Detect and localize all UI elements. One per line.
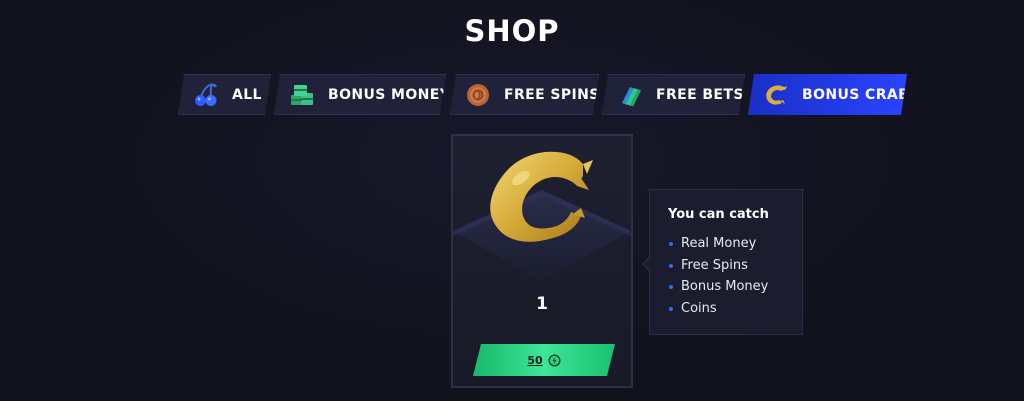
gold-crab-claw-icon: [762, 81, 790, 109]
list-item: Free Spins: [668, 255, 768, 277]
green-coin-icon: [548, 354, 561, 367]
tab-label: BONUS MONEY: [328, 86, 451, 103]
price-label: 50: [527, 353, 543, 367]
list-item: Real Money: [668, 233, 768, 255]
product-card[interactable]: 1 50: [451, 134, 633, 388]
tab-bonus-money[interactable]: BONUS MONEY: [274, 74, 446, 115]
tab-label: FREE SPINS: [504, 86, 600, 103]
buy-button[interactable]: 50: [473, 344, 615, 376]
cherries-icon: [192, 81, 220, 109]
reward-list: Real Money Free Spins Bonus Money Coins: [668, 233, 768, 319]
product-quantity: 1: [536, 294, 548, 314]
rewards-tooltip: You can catch Real Money Free Spins Bonu…: [642, 189, 803, 335]
product-stage: [453, 151, 631, 281]
list-item: Coins: [668, 298, 768, 320]
green-ticket-icon: [616, 81, 644, 109]
list-item: Bonus Money: [668, 276, 768, 298]
tab-free-bets[interactable]: FREE BETS: [602, 74, 745, 115]
tab-label: FREE BETS: [656, 86, 744, 103]
tab-free-spins[interactable]: FREE SPINS: [450, 74, 599, 115]
tooltip-heading: You can catch: [668, 207, 769, 222]
bronze-coin-icon: [464, 81, 492, 109]
tab-label: BONUS CRAB: [802, 86, 910, 103]
money-stack-icon: [288, 81, 316, 109]
tab-all[interactable]: ALL: [178, 74, 271, 115]
tab-label: ALL: [232, 86, 262, 103]
tab-bonus-crab[interactable]: BONUS CRAB: [748, 74, 907, 115]
page-title: SHOP: [464, 14, 560, 48]
